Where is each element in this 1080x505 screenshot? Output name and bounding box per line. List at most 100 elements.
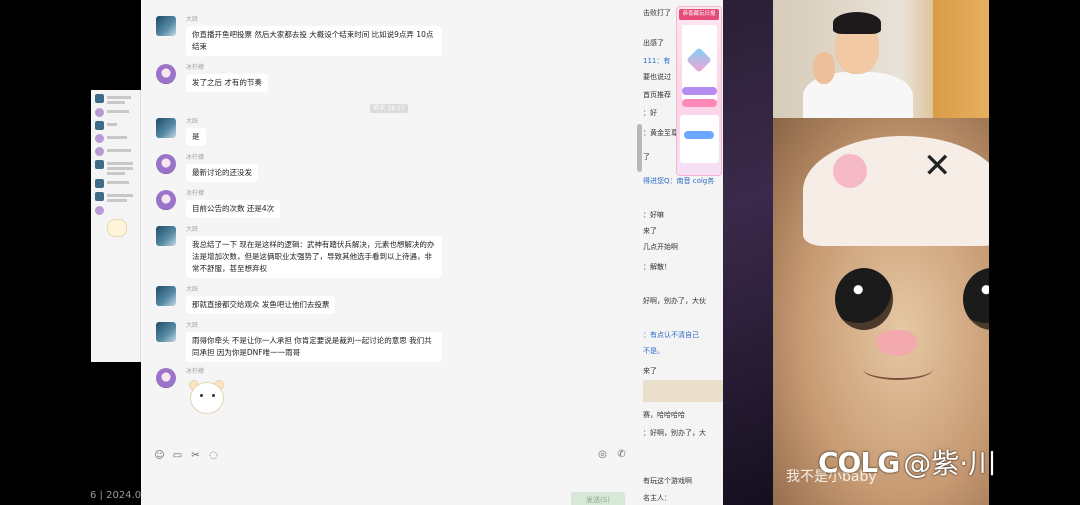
- message: 大跃 你直播开鱼吧投票 然后大家都去投 大概设个结束时间 比如说9点弄 10点结…: [156, 16, 442, 56]
- message-bubble[interactable]: 发了之后 才有的节奏: [186, 74, 268, 92]
- thumb-text-line: [107, 110, 129, 113]
- message: 大跃 那就直接都交给观众 发鱼吧让他们去投票: [156, 286, 336, 314]
- message-bubble[interactable]: 雨得你牵头 不是让你一人承担 你肯定要说是裁判一起讨论的意思 我们共同承担 因为…: [186, 332, 442, 362]
- message-input[interactable]: [141, 470, 643, 505]
- star-icon: [686, 47, 712, 73]
- cat-nose: [877, 330, 917, 356]
- cat-hat-mark: ✕: [923, 146, 952, 186]
- sender-name: 大跃: [186, 286, 199, 293]
- avatar[interactable]: [156, 368, 176, 388]
- stream-background: [723, 0, 773, 505]
- thumb-text-line: [107, 199, 127, 202]
- thumb-row: [91, 175, 140, 188]
- comment-item: 有玩这个游戏啊: [643, 477, 692, 485]
- comment-item: 111：有: [643, 57, 671, 65]
- cat-eye: [835, 268, 893, 330]
- avatar[interactable]: [156, 118, 176, 138]
- sender-name: 冰柠檬: [186, 190, 205, 197]
- avatar: [95, 121, 104, 130]
- scrollbar-thumb[interactable]: [637, 124, 642, 172]
- thumb-text-line: [107, 136, 127, 139]
- message-bubble[interactable]: 那就直接都交给观众 发鱼吧让他们去投票: [186, 296, 336, 314]
- promo-pill[interactable]: [682, 99, 717, 107]
- thumbnail-chat-window: [91, 90, 141, 362]
- avatar: [95, 179, 104, 188]
- avatar: [95, 192, 104, 201]
- avatar[interactable]: [156, 322, 176, 342]
- cat-mouth: [863, 358, 933, 380]
- avatar[interactable]: [156, 286, 176, 306]
- video-call-icon[interactable]: ◎: [597, 449, 608, 460]
- sticker-eye: [212, 394, 215, 397]
- input-toolbar: ☺ ▭ ✂ ◌ ◎ ✆: [141, 440, 643, 470]
- sender-name: 冰柠檬: [186, 368, 205, 375]
- avatar: [95, 160, 104, 169]
- comment-item: 来了: [643, 227, 657, 235]
- cat-ear: [827, 148, 873, 194]
- webcam-feed: [773, 0, 989, 118]
- cat-hat: [803, 136, 989, 246]
- thumb-row: [91, 117, 140, 130]
- message-bubble[interactable]: 最新讨论的还没发: [186, 164, 258, 182]
- avatar[interactable]: [156, 64, 176, 84]
- avatar: [95, 134, 104, 143]
- avatar: [95, 206, 104, 215]
- emoji-icon[interactable]: ☺: [154, 450, 165, 461]
- thumb-row: [91, 156, 140, 175]
- background-door: [933, 0, 989, 118]
- avatar[interactable]: [156, 226, 176, 246]
- thumb-text-line: [107, 162, 133, 165]
- streamer-hair: [833, 12, 881, 34]
- sticker-hamster[interactable]: [186, 378, 226, 422]
- thumb-row: [91, 130, 140, 143]
- thumb-text-line: [107, 181, 129, 184]
- sender-name: 大跃: [186, 118, 199, 125]
- thumb-row: [91, 90, 140, 104]
- promo-pill[interactable]: [682, 87, 717, 95]
- avatar[interactable]: [156, 16, 176, 36]
- thumb-sticker: [107, 219, 127, 237]
- comment-item: 出感了: [643, 39, 664, 47]
- message-list[interactable]: 大跃 你直播开鱼吧投票 然后大家都去投 大概设个结束时间 比如说9点弄 10点结…: [141, 0, 643, 440]
- comment-item: 首页推荐: [643, 91, 671, 99]
- promo-box[interactable]: [680, 115, 719, 163]
- scissors-icon[interactable]: ✂: [190, 450, 201, 461]
- colg-logo: COLG: [818, 445, 900, 479]
- sender-name: 冰柠檬: [186, 154, 205, 161]
- comment-item: ：解散！: [643, 263, 671, 271]
- folder-icon[interactable]: ▭: [172, 450, 183, 461]
- chat-bubble-icon[interactable]: ◌: [208, 450, 219, 461]
- message: 大跃 是: [156, 118, 206, 146]
- sticker-eye: [200, 394, 203, 397]
- avatar: [95, 108, 104, 117]
- message: 冰柠檬 发了之后 才有的节奏: [156, 64, 268, 92]
- thumb-row: [91, 188, 140, 202]
- promo-rank-pill[interactable]: [684, 131, 714, 139]
- comment-item: 击败打了: [643, 9, 671, 17]
- date-fragment: 6 | 2024.0: [90, 490, 142, 501]
- message: 冰柠檬: [156, 368, 226, 422]
- comment-item: 要也说过: [643, 73, 671, 81]
- message-bubble[interactable]: 我总结了一下 现在是这样的逻辑：武神有踏伏兵解决，元素也想解决的办法是增加次数，…: [186, 236, 442, 278]
- thumb-text-line: [107, 167, 133, 170]
- phone-icon[interactable]: ✆: [616, 449, 627, 460]
- avatar: [95, 147, 104, 156]
- comment-item: 好啊，别办了，大伙: [643, 297, 706, 305]
- message: 大跃 我总结了一下 现在是这样的逻辑：武神有踏伏兵解决，元素也想解决的办法是增加…: [156, 226, 442, 278]
- comment-item: 赛，哈哈哈哈: [643, 411, 685, 419]
- avatar[interactable]: [156, 190, 176, 210]
- message-bubble[interactable]: 是: [186, 128, 206, 146]
- comment-item: 不是。: [643, 347, 664, 355]
- time-divider: 昨天 18:17: [370, 104, 408, 113]
- promo-panel[interactable]: 恭喜藏玩日报: [676, 6, 722, 176]
- avatar: [95, 94, 104, 103]
- avatar[interactable]: [156, 154, 176, 174]
- comment-item: ：有点认不清自己: [643, 331, 699, 339]
- message: 大跃 雨得你牵头 不是让你一人承担 你肯定要说是裁判一起讨论的意思 我们共同承担…: [156, 322, 442, 362]
- streamer-hand: [813, 52, 835, 84]
- message-bubble[interactable]: 你直播开鱼吧投票 然后大家都去投 大概设个结束时间 比如说9点弄 10点结束: [186, 26, 442, 56]
- message-bubble[interactable]: 目前公告的次数 还是4次: [186, 200, 281, 218]
- send-button[interactable]: 发送(S): [571, 492, 625, 505]
- gift-strip: [643, 380, 723, 402]
- thumb-text-line: [107, 149, 131, 152]
